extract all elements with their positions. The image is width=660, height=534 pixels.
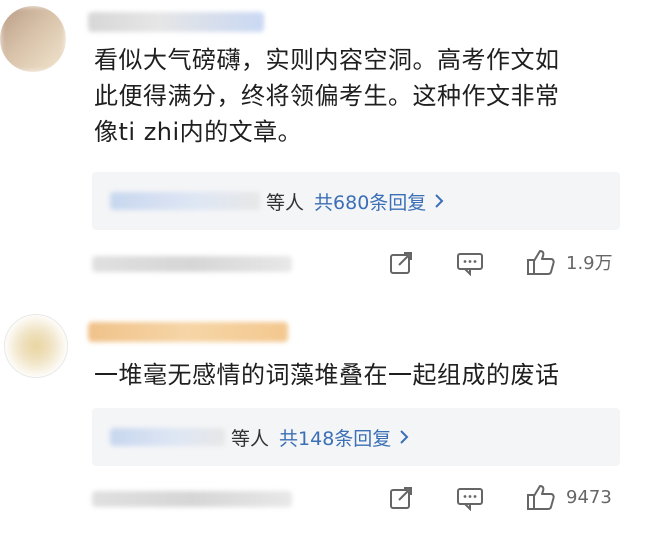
reply-count-link[interactable]: 共148条回复: [279, 424, 409, 451]
avatar[interactable]: [4, 314, 68, 378]
share-icon[interactable]: [388, 250, 414, 276]
timestamp: [92, 256, 292, 272]
comment-line: 看似大气磅礴，实则内容空洞。高考作文如: [94, 46, 560, 74]
like-count: 1.9万: [566, 253, 613, 274]
reply-suffix: 等人: [266, 191, 305, 214]
like-button[interactable]: 9473: [526, 483, 612, 511]
reply-summary[interactable]: 等人 共680条回复: [92, 172, 620, 230]
reply-usernames: [110, 428, 225, 446]
like-button[interactable]: 1.9万: [526, 248, 613, 276]
username[interactable]: [88, 322, 288, 342]
reply-count-link[interactable]: 共680条回复: [314, 188, 444, 215]
reply-count: 共680条回复: [314, 191, 427, 214]
comment-icon[interactable]: [456, 252, 484, 276]
timestamp: [92, 491, 292, 507]
comment-text: 一堆毫无感情的词藻堆叠在一起组成的废话: [94, 357, 639, 393]
comment-line: 此便得满分，终将领偏考生。这种作文非常: [94, 82, 560, 110]
share-icon[interactable]: [388, 485, 414, 511]
reply-usernames: [110, 192, 260, 210]
chevron-right-icon: [434, 193, 444, 209]
like-count: 9473: [566, 486, 612, 508]
reply-summary[interactable]: 等人 共148条回复: [92, 408, 620, 466]
chevron-right-icon: [399, 429, 409, 445]
comment-icon[interactable]: [456, 487, 484, 511]
reply-count: 共148条回复: [279, 427, 392, 450]
username[interactable]: [88, 12, 264, 32]
thumbs-up-icon: [526, 248, 556, 276]
comment-line: 像ti zhi内的文章。: [94, 118, 303, 146]
avatar[interactable]: [0, 6, 66, 72]
thumbs-up-icon: [526, 483, 556, 511]
comment-line: 一堆毫无感情的词藻堆叠在一起组成的废话: [94, 361, 560, 389]
comment-text: 看似大气磅礴，实则内容空洞。高考作文如 此便得满分，终将领偏考生。这种作文非常 …: [94, 42, 639, 150]
reply-suffix: 等人: [231, 427, 270, 450]
